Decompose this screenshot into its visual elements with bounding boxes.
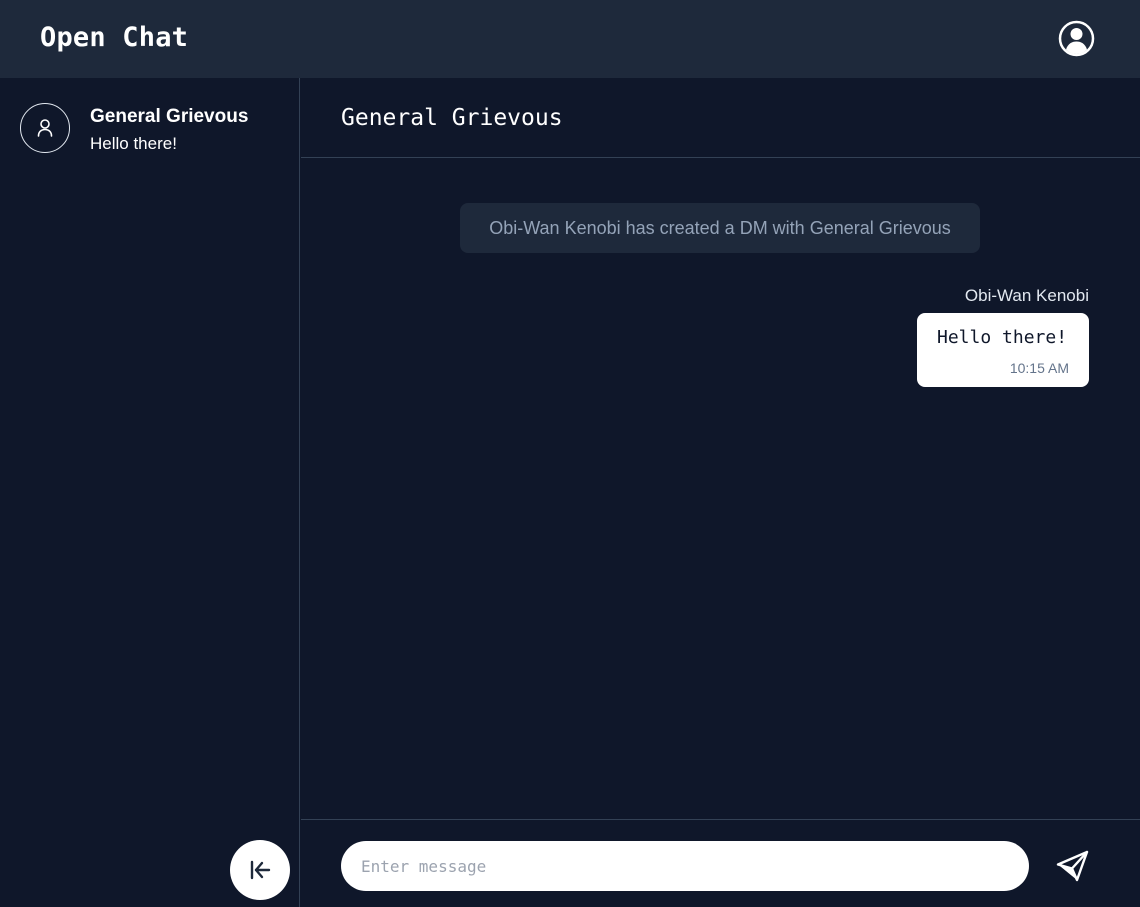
message-bubble: Hello there! 10:15 AM <box>917 313 1089 387</box>
app: Open Chat General Grievous Hello there! <box>0 0 1140 907</box>
account-button[interactable] <box>1058 20 1095 57</box>
message-timestamp: 10:15 AM <box>1009 360 1069 376</box>
collapse-sidebar-button[interactable] <box>230 840 290 900</box>
arrow-left-to-line-icon <box>250 860 271 880</box>
paper-plane-icon <box>1056 850 1089 882</box>
app-title: Open Chat <box>40 22 189 53</box>
chat-title: General Grievous <box>341 105 563 131</box>
top-bar: Open Chat <box>0 0 1140 78</box>
send-button[interactable] <box>1056 850 1090 882</box>
conversation-avatar <box>20 103 70 153</box>
user-circle-icon <box>1058 20 1095 57</box>
user-icon <box>37 119 53 137</box>
conversation-name: General Grievous <box>90 106 249 127</box>
message-composer <box>301 819 1140 907</box>
conversation-preview: Hello there! <box>90 134 177 153</box>
system-message: Obi-Wan Kenobi has created a DM with Gen… <box>460 203 980 253</box>
message-sender: Obi-Wan Kenobi <box>964 286 1089 305</box>
conversation-item[interactable]: General Grievous Hello there! <box>0 78 299 178</box>
chat-header: General Grievous <box>301 78 1140 158</box>
chat-panel: General Grievous Obi-Wan Kenobi has crea… <box>301 78 1140 907</box>
message-text: Hello there! <box>937 327 1068 348</box>
message-input[interactable] <box>341 841 1029 891</box>
sidebar: General Grievous Hello there! <box>0 78 300 907</box>
